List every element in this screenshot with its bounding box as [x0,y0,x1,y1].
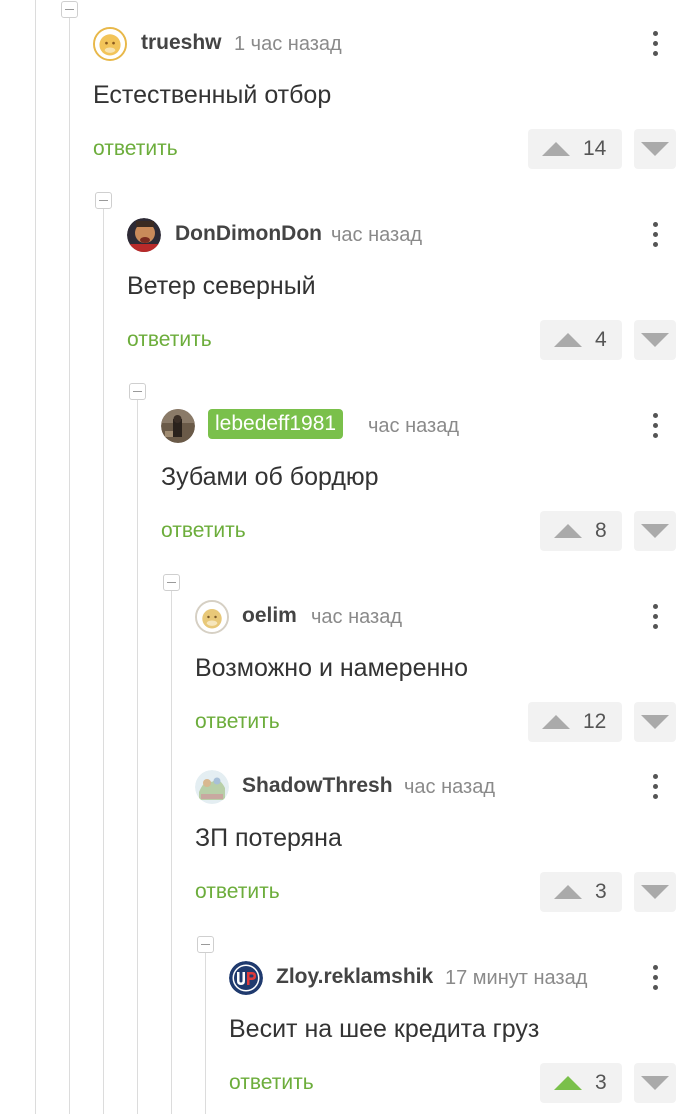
drawing-avatar-icon [195,770,229,804]
comment: DonDimonDon час назад Ветер северный отв… [0,191,700,361]
comment-text: Возможно и намеренно [195,654,468,682]
upvote-arrow-icon[interactable] [548,872,588,912]
comment-author[interactable]: trueshw [141,31,222,55]
comment-author[interactable]: DonDimonDon [175,222,322,246]
user-avatar[interactable] [195,600,229,634]
vote-count: 3 [595,880,607,903]
downvote-arrow-icon[interactable] [634,129,676,169]
downvote-arrow-icon[interactable] [634,872,676,912]
reply-button[interactable]: ответить [127,328,212,352]
comment: Zloy.reklamshik 17 минут назад Весит на … [0,934,700,1104]
upvote-arrow-icon[interactable] [548,1063,588,1103]
photo-avatar-icon [127,218,161,252]
user-avatar[interactable] [195,770,229,804]
comment-time: час назад [404,776,496,798]
more-options-icon[interactable] [640,220,670,250]
comment-text: Весит на шее кредита груз [229,1015,540,1043]
reply-button[interactable]: ответить [229,1071,314,1095]
beige-face-icon [197,602,227,632]
more-options-icon[interactable] [640,602,670,632]
more-options-icon[interactable] [640,411,670,441]
comment: ShadowThresh час назад ЗП потеряна ответ… [0,743,700,913]
comment: lebedeff1981 час назад Зубами об бордюр … [0,382,700,552]
comment-time: 17 минут назад [445,967,588,989]
yellow-face-icon [95,29,125,59]
upvote-arrow-icon[interactable] [536,129,576,169]
reply-button[interactable]: ответить [195,710,280,734]
vote-counter: 14 [528,129,622,169]
downvote-arrow-icon[interactable] [634,702,676,742]
reply-button[interactable]: ответить [93,137,178,161]
comment-time: 1 час назад [234,33,342,55]
comment-author[interactable]: Zloy.reklamshik [276,965,433,989]
comment-author[interactable]: lebedeff1981 [208,409,344,439]
upvote-arrow-icon[interactable] [548,320,588,360]
downvote-arrow-icon[interactable] [634,511,676,551]
photo-avatar-icon [161,409,195,443]
vote-count: 14 [583,137,607,160]
downvote-arrow-icon[interactable] [634,320,676,360]
vote-counter: 4 [540,320,622,360]
vote-count: 4 [595,328,607,351]
user-avatar[interactable] [229,961,263,995]
reply-button[interactable]: ответить [195,880,280,904]
up-logo-icon [229,961,263,995]
more-options-icon[interactable] [640,963,670,993]
comment-time: час назад [311,606,403,628]
vote-count: 3 [595,1071,607,1094]
upvote-arrow-icon[interactable] [536,702,576,742]
vote-counter: 3 [540,872,622,912]
vote-counter: 3 [540,1063,622,1103]
comment-time: час назад [368,415,460,437]
more-options-icon[interactable] [640,29,670,59]
comment: oelim час назад Возможно и намеренно отв… [0,573,700,743]
vote-count: 12 [583,710,607,733]
comment-text: Ветер северный [127,272,316,300]
user-avatar[interactable] [161,409,195,443]
reply-button[interactable]: ответить [161,519,246,543]
comment-text: ЗП потеряна [195,824,342,852]
vote-counter: 12 [528,702,622,742]
downvote-arrow-icon[interactable] [634,1063,676,1103]
upvote-arrow-icon[interactable] [548,511,588,551]
comment-author[interactable]: oelim [242,604,297,628]
comment-text: Зубами об бордюр [161,463,379,491]
user-avatar[interactable] [127,218,161,252]
comment-time: час назад [331,224,423,246]
comment-author[interactable]: ShadowThresh [242,774,393,798]
comment: trueshw 1 час назад Естественный отбор о… [0,0,700,170]
more-options-icon[interactable] [640,772,670,802]
comment-text: Естественный отбор [93,81,332,109]
user-avatar[interactable] [93,27,127,61]
vote-counter: 8 [540,511,622,551]
vote-count: 8 [595,519,607,542]
